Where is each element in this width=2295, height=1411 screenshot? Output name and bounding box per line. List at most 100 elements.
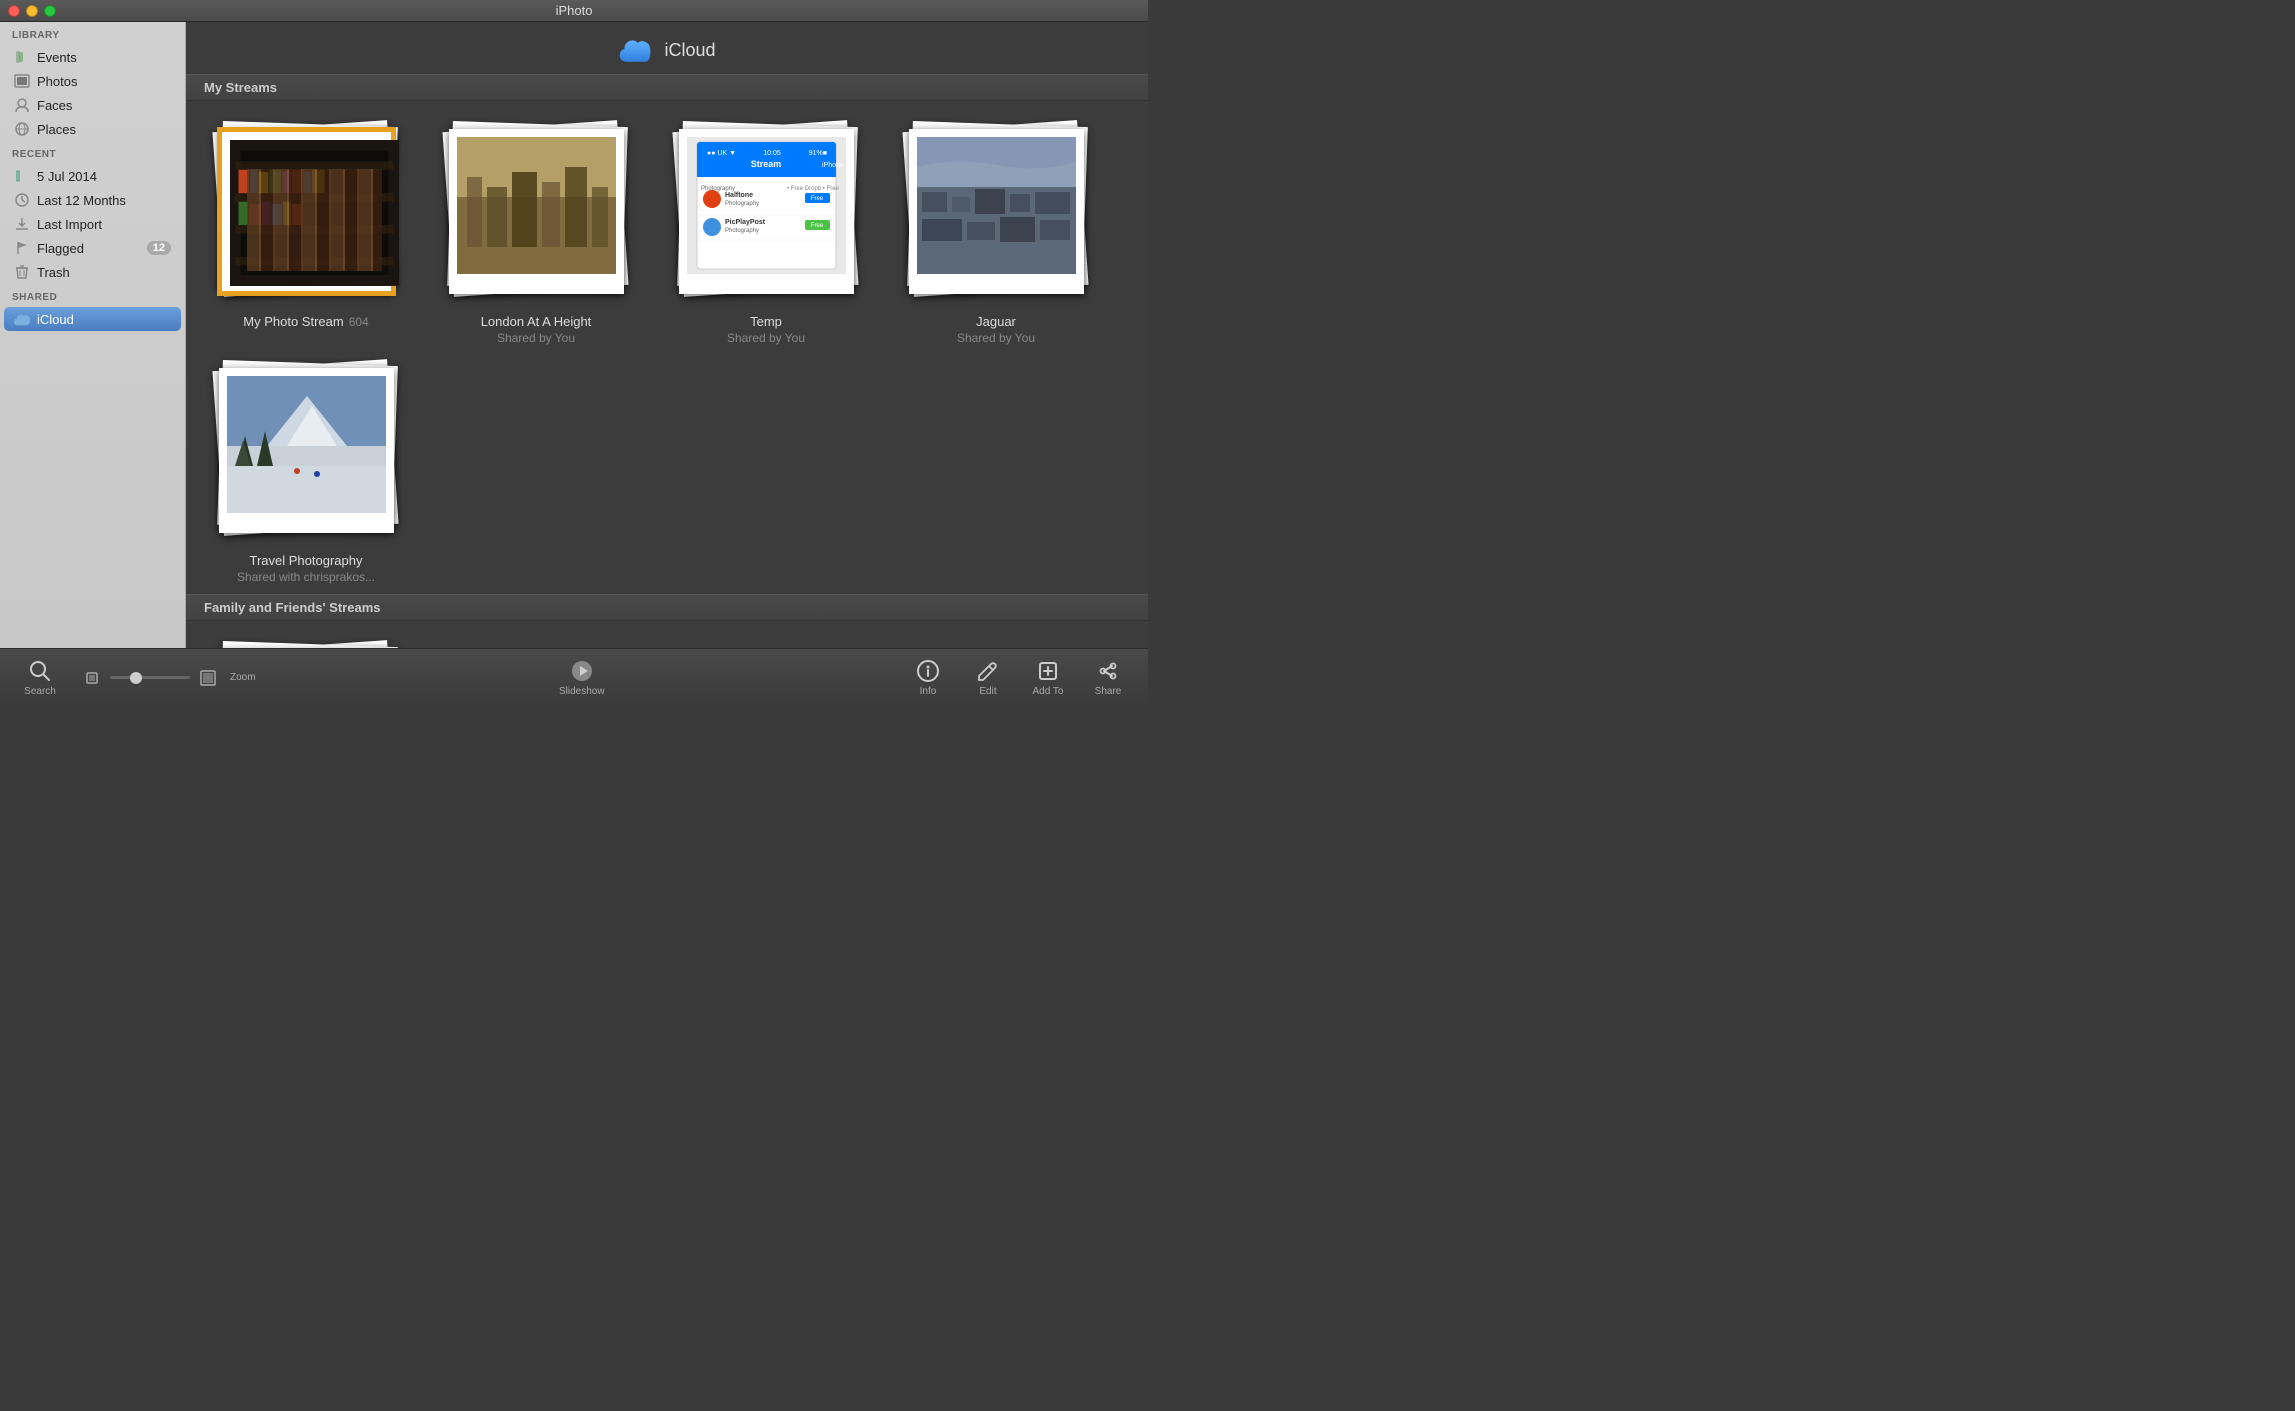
events-icon xyxy=(14,49,30,65)
photo-stack-travel xyxy=(206,360,406,545)
trash-label: Trash xyxy=(37,265,70,280)
info-toolbar-item[interactable]: Info xyxy=(898,653,958,703)
close-button[interactable] xyxy=(8,5,20,17)
svg-text:Free: Free xyxy=(811,196,824,202)
family-streams-grid xyxy=(186,621,1148,648)
share-toolbar-item[interactable]: Share xyxy=(1078,653,1138,703)
svg-text:Free: Free xyxy=(811,223,824,229)
photo-item-family-1[interactable] xyxy=(206,641,406,648)
photo-stack-jaguar xyxy=(896,121,1096,306)
svg-text:PicPlayPost: PicPlayPost xyxy=(725,219,766,226)
photo-frame-front-london xyxy=(449,129,624,294)
flagged-label: Flagged xyxy=(37,241,84,256)
clock-icon xyxy=(14,192,30,208)
my-streams-grid: My Photo Stream 604 xyxy=(186,101,1148,355)
edit-icon xyxy=(976,659,1000,683)
sidebar: LIBRARY Events Photos xyxy=(0,22,186,648)
svg-text:Stream: Stream xyxy=(751,159,782,169)
flagged-badge: 12 xyxy=(147,241,171,255)
photo-label-row: My Photo Stream 604 xyxy=(243,306,368,329)
app-body: LIBRARY Events Photos xyxy=(0,22,1148,648)
icloud-header: iCloud xyxy=(186,22,1148,74)
zoom-label: Zoom xyxy=(230,672,256,683)
icloud-label: iCloud xyxy=(37,312,74,327)
sidebar-item-flagged[interactable]: Flagged 12 xyxy=(4,236,181,260)
sidebar-item-places[interactable]: Places xyxy=(4,117,181,141)
photo-item-travel[interactable]: Travel Photography Shared with chrisprak… xyxy=(206,360,406,584)
sidebar-item-trash[interactable]: Trash xyxy=(4,260,181,284)
faces-icon xyxy=(14,97,30,113)
svg-text:Halftone: Halftone xyxy=(725,192,753,199)
photo-name-my-photo-stream: My Photo Stream xyxy=(243,314,343,329)
photo-item-jaguar[interactable]: Jaguar Shared by You xyxy=(896,121,1096,345)
sidebar-item-lastimport[interactable]: Last Import xyxy=(4,212,181,236)
photo-subtitle-travel: Shared with chrisprakos... xyxy=(237,570,375,584)
library-section-label: LIBRARY xyxy=(0,22,185,45)
zoom-slider[interactable] xyxy=(110,676,190,679)
photo-item-my-photo-stream[interactable]: My Photo Stream 604 xyxy=(206,121,406,345)
svg-text:Photography: Photography xyxy=(725,201,759,207)
photo-thumbnail-aerial xyxy=(917,137,1076,274)
sidebar-item-photos[interactable]: Photos xyxy=(4,69,181,93)
slideshow-label: Slideshow xyxy=(559,686,605,697)
sidebar-item-events[interactable]: Events xyxy=(4,45,181,69)
photo-frame-front-temp: ●● UK ▼ 10:05 91%■ Stream iPhone Photogr… xyxy=(679,129,854,294)
window-controls[interactable] xyxy=(8,5,56,17)
sidebar-item-faces[interactable]: Faces xyxy=(4,93,181,117)
photo-thumbnail-iphone: ●● UK ▼ 10:05 91%■ Stream iPhone Photogr… xyxy=(687,137,846,274)
photo-thumbnail-snow xyxy=(227,376,386,513)
icloud-header-title: iCloud xyxy=(664,40,715,61)
photo-thumbnail-bookshelf xyxy=(230,140,399,286)
flag-icon xyxy=(14,240,30,256)
photo-name-travel: Travel Photography xyxy=(250,553,363,568)
titlebar-title: iPhoto xyxy=(556,3,593,18)
photo-frame-front-jaguar xyxy=(909,129,1084,294)
maximize-button[interactable] xyxy=(44,5,56,17)
faces-label: Faces xyxy=(37,98,72,113)
addto-toolbar-item[interactable]: Add To xyxy=(1018,653,1078,703)
import-icon xyxy=(14,216,30,232)
trash-icon xyxy=(14,264,30,280)
photo-name-london: London At A Height xyxy=(481,314,592,329)
svg-text:10:05: 10:05 xyxy=(763,150,781,157)
svg-text:iPhone: iPhone xyxy=(822,162,844,169)
calendar-icon xyxy=(14,168,30,184)
sidebar-item-5jul2014[interactable]: 5 Jul 2014 xyxy=(4,164,181,188)
search-toolbar-item[interactable]: Search xyxy=(10,653,70,703)
5jul2014-label: 5 Jul 2014 xyxy=(37,169,97,184)
main-content: iCloud My Streams xyxy=(186,22,1148,648)
slideshow-toolbar-item[interactable]: Slideshow xyxy=(545,653,619,703)
icloud-sidebar-icon xyxy=(14,311,30,327)
photo-subtitle-jaguar: Shared by You xyxy=(957,331,1035,345)
zoom-large-icon xyxy=(196,666,220,690)
photo-stack xyxy=(206,121,406,306)
last12months-label: Last 12 Months xyxy=(37,193,126,208)
lastimport-label: Last Import xyxy=(37,217,102,232)
photo-name-jaguar: Jaguar xyxy=(976,314,1016,329)
zoom-small-icon xyxy=(80,666,104,690)
photo-thumbnail-city xyxy=(457,137,616,274)
places-icon xyxy=(14,121,30,137)
toolbar: Search Zoom Slideshow xyxy=(0,648,1148,706)
edit-toolbar-item[interactable]: Edit xyxy=(958,653,1018,703)
search-icon xyxy=(28,659,52,683)
addto-icon xyxy=(1036,659,1060,683)
photo-count-my-photo-stream: 604 xyxy=(349,315,369,329)
minimize-button[interactable] xyxy=(26,5,38,17)
my-streams-header: My Streams xyxy=(186,74,1148,101)
svg-text:Photography: Photography xyxy=(725,228,759,234)
photo-subtitle-temp: Shared by You xyxy=(727,331,805,345)
sidebar-item-last12months[interactable]: Last 12 Months xyxy=(4,188,181,212)
places-label: Places xyxy=(37,122,76,137)
photo-item-temp[interactable]: ●● UK ▼ 10:05 91%■ Stream iPhone Photogr… xyxy=(666,121,866,345)
sidebar-item-icloud[interactable]: iCloud xyxy=(4,307,181,331)
search-label: Search xyxy=(24,686,56,697)
info-label: Info xyxy=(920,686,937,697)
second-row-grid: Travel Photography Shared with chrisprak… xyxy=(186,355,1148,594)
photo-item-london[interactable]: London At A Height Shared by You xyxy=(436,121,636,345)
edit-label: Edit xyxy=(979,686,996,697)
share-label: Share xyxy=(1095,686,1122,697)
recent-section-label: RECENT xyxy=(0,141,185,164)
photo-stack-temp: ●● UK ▼ 10:05 91%■ Stream iPhone Photogr… xyxy=(666,121,866,306)
photo-subtitle-london: Shared by You xyxy=(497,331,575,345)
